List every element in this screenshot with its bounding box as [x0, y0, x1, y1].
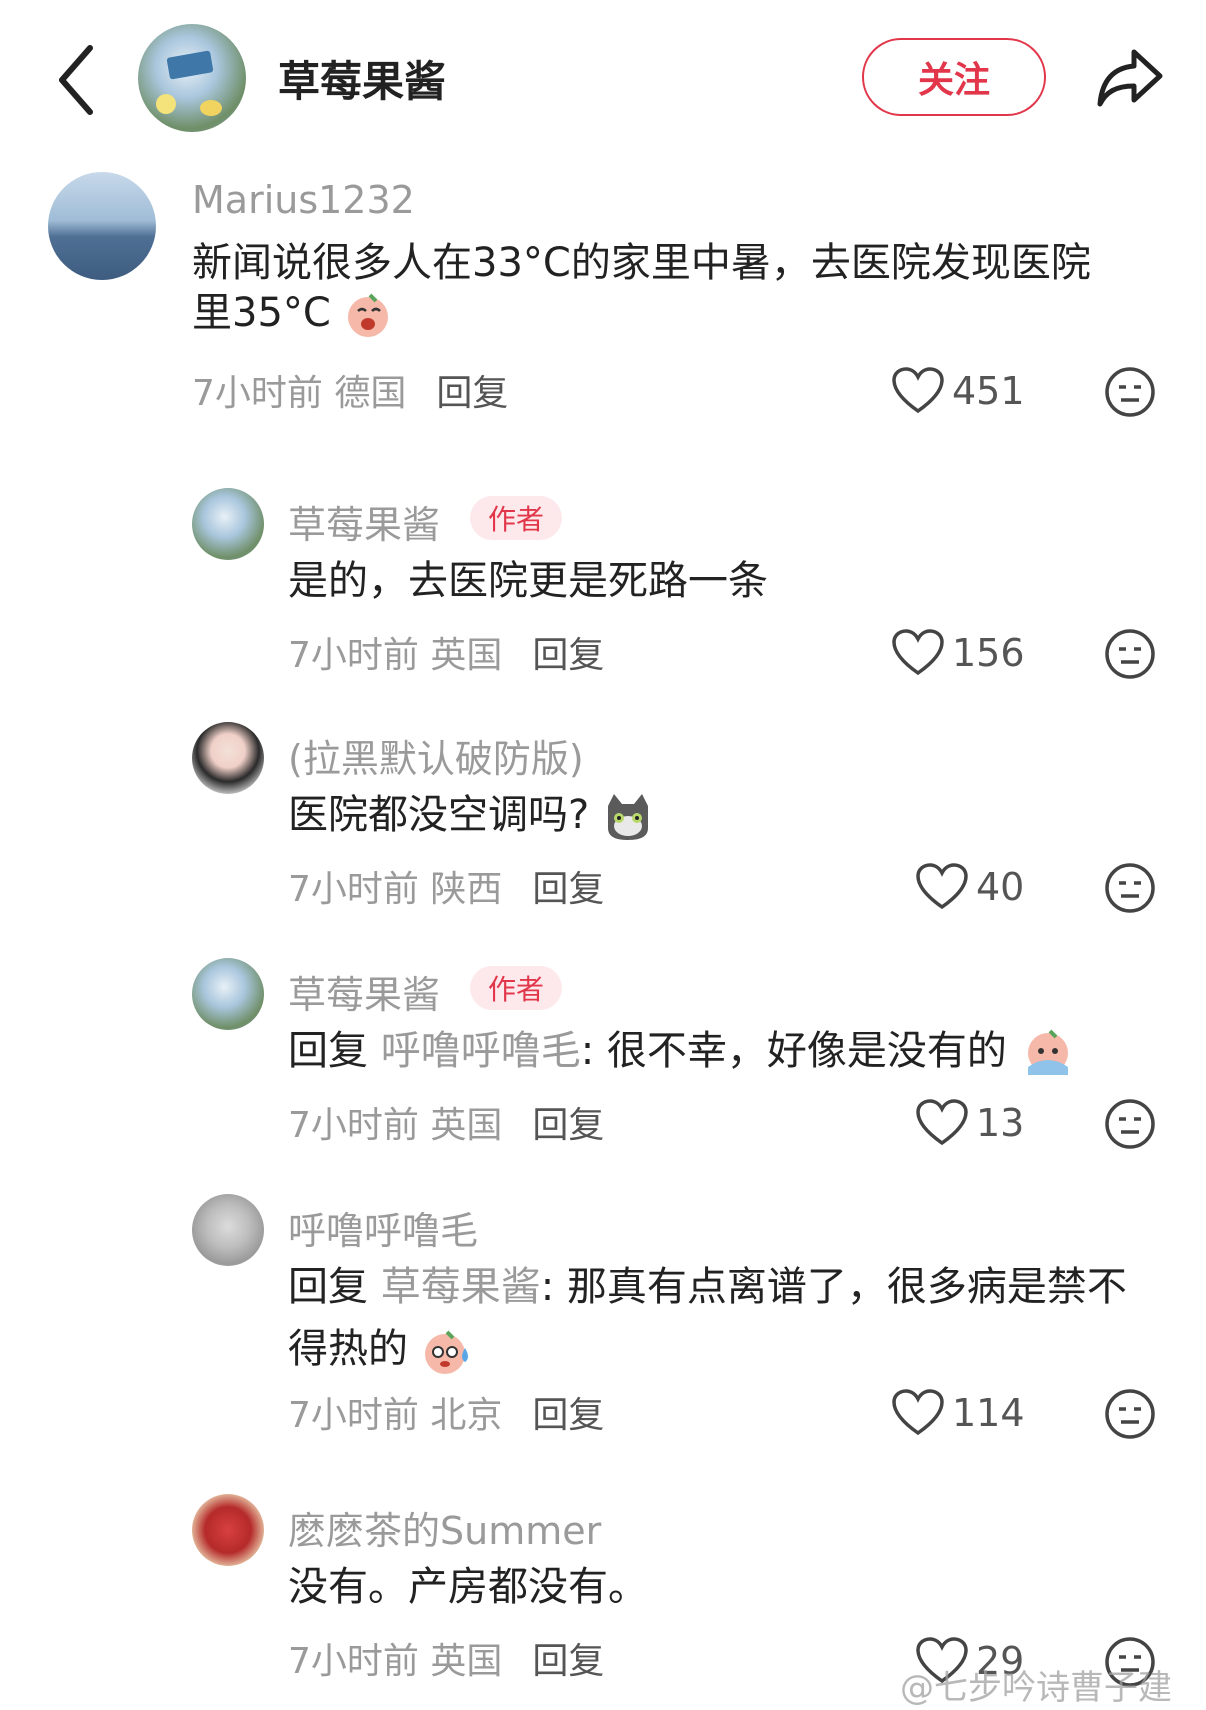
like-count: 114 [952, 1391, 1025, 1435]
like-button[interactable]: 451 [892, 366, 1025, 416]
avatar[interactable] [192, 958, 264, 1030]
header-avatar[interactable] [138, 24, 246, 132]
comment-text: 回复 呼噜呼噜毛: 很不幸，好像是没有的 [288, 1026, 1076, 1079]
comment-username[interactable]: 麽麽茶的Summer [288, 1500, 601, 1555]
comment-text: 回复 草莓果酱: 那真有点离谱了，很多病是禁不 得热的 [288, 1262, 1168, 1376]
comment-text: 是的，去医院更是死路一条 [288, 558, 768, 604]
follow-button[interactable]: 关注 [862, 38, 1046, 116]
like-button[interactable]: 114 [892, 1388, 1025, 1438]
watermark: @七步吟诗曹子建 [900, 1668, 1172, 1708]
reaction-face-icon[interactable] [1104, 628, 1156, 680]
heart-icon [916, 863, 968, 910]
heart-icon [892, 1389, 944, 1436]
reaction-face-icon[interactable] [1104, 862, 1156, 914]
header-bar: 草莓果酱 关注 [0, 0, 1206, 160]
avatar[interactable] [192, 1494, 264, 1566]
comment-meta: 7小时前 英国 回复 [288, 1641, 605, 1682]
comment-username[interactable]: Marius1232 [192, 178, 415, 222]
reply-button[interactable]: 回复 [532, 635, 604, 676]
reply-button[interactable]: 回复 [436, 373, 508, 414]
mention-link[interactable]: 呼噜呼噜毛 [381, 1028, 581, 1074]
comment-username[interactable]: 草莓果酱 [288, 964, 440, 1019]
avatar[interactable] [192, 488, 264, 560]
crying-face-emoji [347, 293, 388, 337]
comment-username[interactable]: 呼噜呼噜毛 [288, 1200, 478, 1255]
reaction-face-icon[interactable] [1104, 1388, 1156, 1440]
comment-meta: 7小时前 德国 回复 [192, 373, 509, 414]
heart-icon [916, 1099, 968, 1146]
like-count: 40 [976, 865, 1025, 909]
reply-button[interactable]: 回复 [532, 1395, 604, 1436]
avatar[interactable] [192, 722, 264, 794]
comment-meta: 7小时前 英国 回复 [288, 635, 605, 676]
comment-text: 医院都没空调吗? [288, 790, 654, 842]
reaction-face-icon[interactable] [1104, 366, 1156, 418]
comment-text: 新闻说很多人在33°C的家里中暑，去医院发现医院 里35°C [192, 238, 1152, 339]
comment-meta: 7小时前 英国 回复 [288, 1105, 605, 1146]
like-button[interactable]: 156 [892, 628, 1025, 678]
mention-link[interactable]: 草莓果酱 [381, 1264, 541, 1310]
sweating-face-emoji [424, 1330, 468, 1374]
like-button[interactable]: 40 [916, 862, 1024, 912]
comment-text: 没有。产房都没有。 [288, 1564, 648, 1610]
reaction-face-icon[interactable] [1104, 1098, 1156, 1150]
share-arrow-icon[interactable] [1094, 44, 1166, 110]
like-count: 156 [952, 631, 1025, 675]
avatar[interactable] [192, 1194, 264, 1266]
like-count: 13 [976, 1101, 1025, 1145]
reply-button[interactable]: 回复 [532, 869, 604, 910]
chevron-left-icon[interactable] [52, 40, 102, 120]
reply-button[interactable]: 回复 [532, 1105, 604, 1146]
heart-icon [892, 367, 944, 414]
avatar[interactable] [48, 172, 156, 280]
heart-icon [892, 629, 944, 676]
comment-meta: 7小时前 北京 回复 [288, 1395, 605, 1436]
like-count: 451 [952, 369, 1025, 413]
comment-username[interactable]: 草莓果酱 [288, 494, 440, 549]
like-button[interactable]: 13 [916, 1098, 1024, 1148]
comment-meta: 7小时前 陕西 回复 [288, 869, 605, 910]
cat-face-emoji [607, 794, 648, 840]
author-badge: 作者 [470, 496, 563, 540]
header-username[interactable]: 草莓果酱 [278, 48, 446, 109]
reply-button[interactable]: 回复 [532, 1641, 604, 1682]
crying-face-emoji [1027, 1029, 1068, 1075]
author-badge: 作者 [470, 966, 563, 1010]
comment-username[interactable]: (拉黑默认破防版) [288, 728, 584, 783]
